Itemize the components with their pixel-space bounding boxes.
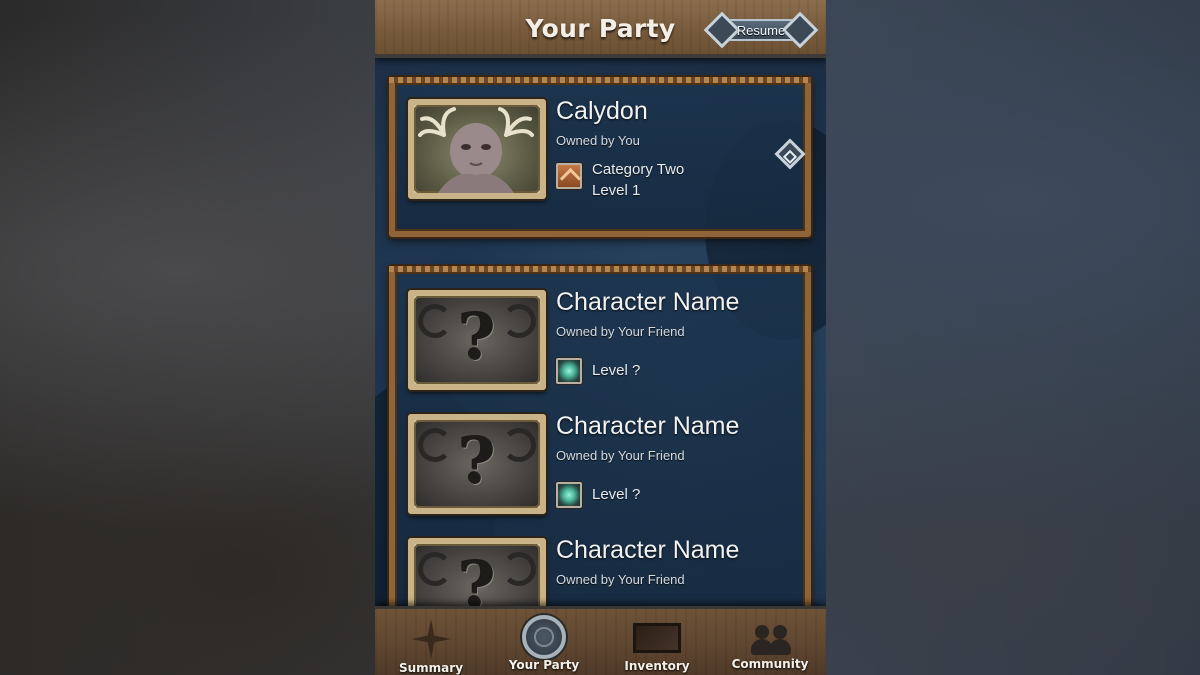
- tab-label: Your Party: [508, 658, 580, 672]
- celtic-knot-icon: [522, 615, 566, 659]
- resume-button[interactable]: Resume: [703, 11, 819, 49]
- character-owner: Owned by Your Friend: [556, 324, 685, 339]
- locked-portrait[interactable]: ?: [408, 290, 546, 390]
- character-level: Level ?: [592, 486, 641, 503]
- character-level: Level 1: [592, 182, 641, 199]
- resume-label: Resume: [736, 22, 786, 38]
- ornament-icon: [781, 11, 819, 49]
- character-portrait[interactable]: [408, 99, 546, 199]
- satyr-portrait-icon: [418, 107, 534, 193]
- people-icon: [745, 625, 795, 655]
- gem-icon: [556, 358, 582, 384]
- question-mark-icon: ?: [458, 424, 496, 499]
- tab-label: Community: [731, 657, 809, 671]
- tab-summary[interactable]: Summary: [375, 609, 487, 675]
- character-category: Category Two: [592, 161, 685, 178]
- character-row[interactable]: Calydon Owned by You Category Two Level …: [403, 91, 806, 201]
- game-screen: Your Party Resume Calydon Owned by You C…: [375, 0, 826, 675]
- character-owner: Owned by Your Friend: [556, 572, 685, 587]
- question-mark-icon: ?: [458, 300, 496, 375]
- character-row[interactable]: ? Character Name Owned by Your Friend Le…: [403, 282, 803, 392]
- gem-icon: [556, 482, 582, 508]
- character-name: Character Name: [556, 412, 740, 440]
- bottom-tab-bar: Summary Your Party Inventory Community: [375, 606, 826, 675]
- map-icon: [633, 623, 681, 653]
- tab-inventory[interactable]: Inventory: [601, 609, 713, 675]
- locked-portrait[interactable]: ?: [408, 414, 546, 514]
- details-arrow-button[interactable]: [774, 135, 806, 175]
- owned-character-panel: Calydon Owned by You Category Two Level …: [389, 77, 811, 237]
- frame-corner: [532, 376, 540, 384]
- frame-corner: [414, 376, 422, 384]
- character-name: Character Name: [556, 288, 740, 316]
- category-rank-icon: [556, 163, 582, 189]
- chevron-right-icon: [774, 138, 806, 170]
- character-row[interactable]: ? Character Name Owned by Your Friend Le…: [403, 406, 803, 516]
- tab-label: Inventory: [624, 659, 690, 673]
- character-name: Character Name: [556, 536, 740, 564]
- frame-corner: [532, 500, 540, 508]
- header-bar: Your Party Resume: [375, 0, 826, 58]
- character-level: Level ?: [592, 362, 641, 379]
- character-owner: Owned by Your Friend: [556, 448, 685, 463]
- friend-characters-panel: ? Character Name Owned by Your Friend Le…: [389, 266, 811, 638]
- ornament-icon: [703, 11, 741, 49]
- tab-label: Summary: [398, 661, 464, 675]
- character-name: Calydon: [556, 97, 648, 125]
- tab-community[interactable]: Community: [714, 609, 826, 675]
- tab-your-party[interactable]: Your Party: [488, 609, 600, 675]
- character-owner: Owned by You: [556, 133, 640, 148]
- frame-corner: [414, 500, 422, 508]
